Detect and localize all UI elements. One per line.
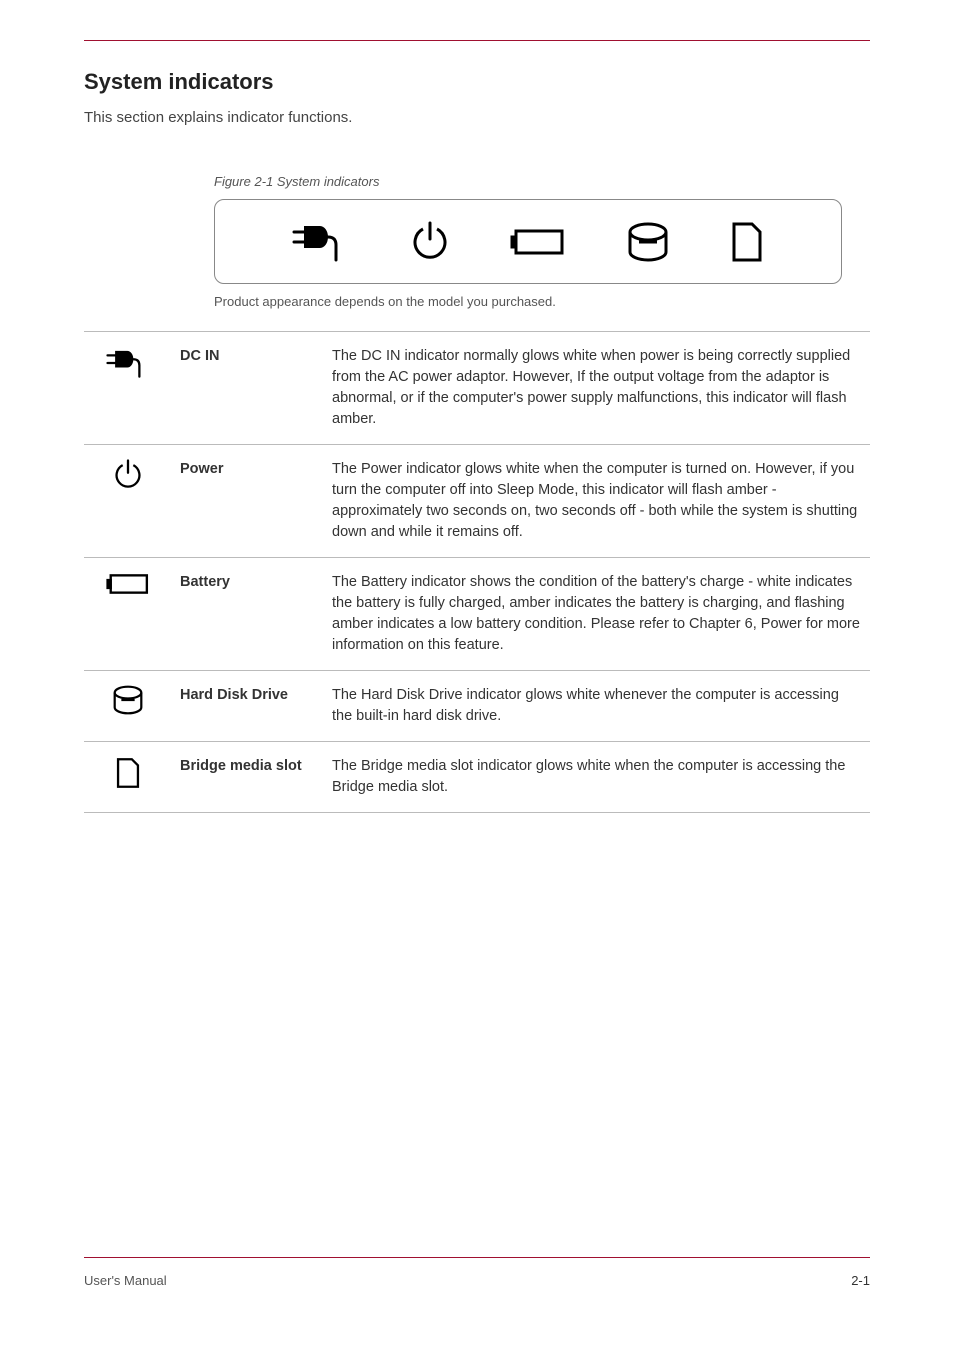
disk-icon: [111, 703, 145, 719]
card-icon: [730, 220, 764, 264]
battery-icon: [510, 227, 566, 257]
row-label: Battery: [180, 558, 332, 671]
figure-caption: Product appearance depends on the model …: [214, 294, 870, 309]
row-desc: The Hard Disk Drive indicator glows whit…: [332, 671, 870, 742]
indicator-table: DC IN The DC IN indicator normally glows…: [84, 331, 870, 813]
power-icon: [409, 221, 451, 263]
page-footer: User's Manual 2-1: [84, 1273, 870, 1288]
table-row: Battery The Battery indicator shows the …: [84, 558, 870, 671]
row-desc: The Battery indicator shows the conditio…: [332, 558, 870, 671]
card-icon: [115, 778, 141, 794]
section-intro: This section explains indicator function…: [84, 107, 870, 128]
section-title: System indicators: [84, 69, 870, 95]
table-row: Hard Disk Drive The Hard Disk Drive indi…: [84, 671, 870, 742]
row-label: Bridge media slot: [180, 742, 332, 813]
top-divider: [84, 40, 870, 41]
row-desc: The Power indicator glows white when the…: [332, 445, 870, 558]
battery-icon: [106, 584, 150, 600]
row-label: Hard Disk Drive: [180, 671, 332, 742]
row-desc: The Bridge media slot indicator glows wh…: [332, 742, 870, 813]
row-label: Power: [180, 445, 332, 558]
table-row: Bridge media slot The Bridge media slot …: [84, 742, 870, 813]
plug-icon: [106, 368, 150, 384]
footer-page: 2-1: [851, 1273, 870, 1288]
figure: Figure 2-1 System indicators: [214, 174, 870, 284]
footer-left: User's Manual: [84, 1273, 167, 1288]
power-icon: [112, 479, 144, 495]
icon-strip: [214, 199, 842, 284]
figure-label: Figure 2-1 System indicators: [214, 174, 870, 189]
footer-divider: [84, 1257, 870, 1258]
plug-icon: [292, 220, 350, 264]
table-row: DC IN The DC IN indicator normally glows…: [84, 332, 870, 445]
table-row: Power The Power indicator glows white wh…: [84, 445, 870, 558]
row-label: DC IN: [180, 332, 332, 445]
row-desc: The DC IN indicator normally glows white…: [332, 332, 870, 445]
disk-icon: [625, 222, 671, 262]
